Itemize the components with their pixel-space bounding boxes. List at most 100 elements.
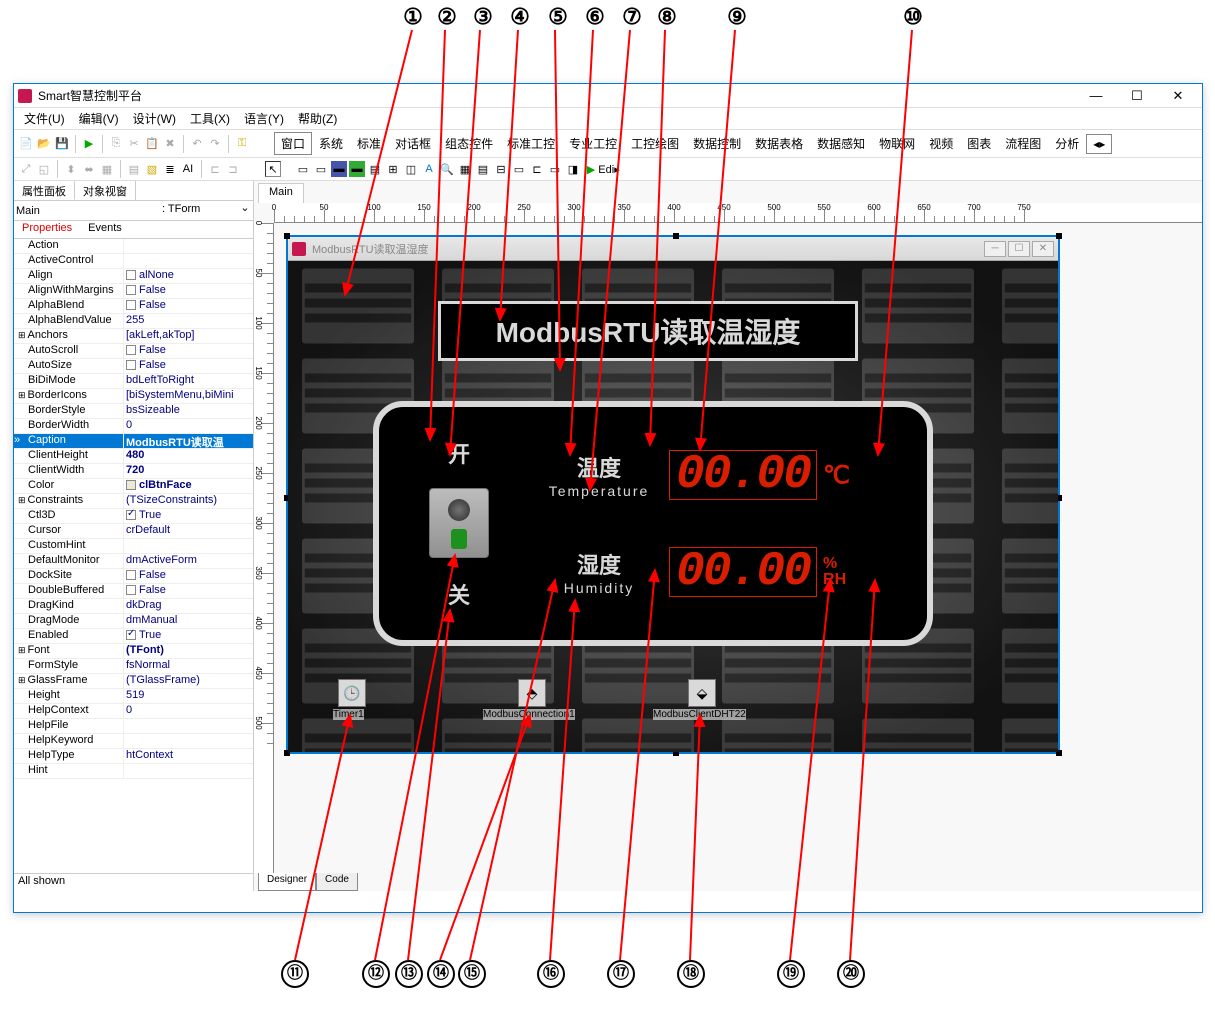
property-row[interactable]: ColorclBtnFace	[14, 479, 253, 494]
modbus-connection-component[interactable]: ⬘	[518, 679, 546, 707]
maximize-button[interactable]: ☐	[1117, 85, 1157, 107]
component-icon[interactable]: ▭	[295, 161, 311, 177]
close-button[interactable]: ✕	[1158, 85, 1198, 107]
property-row[interactable]: Height519	[14, 689, 253, 704]
property-row[interactable]: BorderIcons[biSystemMenu,biMini	[14, 389, 253, 404]
palette-tab[interactable]: 对话框	[388, 132, 438, 155]
tab-object-tree[interactable]: 对象视窗	[75, 181, 136, 200]
property-row[interactable]: BorderWidth0	[14, 419, 253, 434]
property-row[interactable]: HelpKeyword	[14, 734, 253, 749]
property-row[interactable]: AlphaBlendFalse	[14, 299, 253, 314]
property-row[interactable]: AutoSizeFalse	[14, 359, 253, 374]
property-row[interactable]: AlphaBlendValue255	[14, 314, 253, 329]
property-row[interactable]: Anchors[akLeft,akTop]	[14, 329, 253, 344]
menu-help[interactable]: 帮助(Z)	[292, 108, 343, 129]
menu-language[interactable]: 语言(Y)	[238, 108, 290, 129]
open-icon[interactable]: 📂	[36, 136, 52, 152]
paste-icon[interactable]: 📋	[144, 136, 160, 152]
property-row[interactable]: DragModedmManual	[14, 614, 253, 629]
timer-component[interactable]: 🕒	[338, 679, 366, 707]
component-icon[interactable]: ▬	[331, 161, 347, 177]
headline-panel[interactable]: ModbusRTU读取温湿度	[438, 301, 858, 361]
property-row[interactable]: DragKinddkDrag	[14, 599, 253, 614]
align-icon[interactable]: ▦	[99, 161, 115, 177]
palette-tab[interactable]: 窗口	[274, 132, 312, 155]
key-icon[interactable]: ⚿	[234, 136, 250, 152]
object-name-input[interactable]	[14, 201, 160, 220]
component-icon[interactable]: ▭	[511, 161, 527, 177]
component-icon[interactable]: ◨	[565, 161, 581, 177]
copy-icon[interactable]: ⎘	[108, 136, 124, 152]
component-icon[interactable]: Edi▸	[601, 161, 617, 177]
property-row[interactable]: EnabledTrue	[14, 629, 253, 644]
property-row[interactable]: FormStylefsNormal	[14, 659, 253, 674]
palette-tab[interactable]: 专业工控	[562, 132, 624, 155]
form-min-icon[interactable]: ─	[984, 241, 1006, 257]
layers-icon[interactable]: ▧	[144, 161, 160, 177]
component-icon[interactable]: ▭	[547, 161, 563, 177]
form-close-icon[interactable]: ✕	[1032, 241, 1054, 257]
component-icon[interactable]: ▤	[475, 161, 491, 177]
component-icon[interactable]: 🔍	[439, 161, 455, 177]
tab-events[interactable]: Events	[80, 221, 130, 238]
property-row[interactable]: Action	[14, 239, 253, 254]
property-row[interactable]: ClientHeight480	[14, 449, 253, 464]
property-row[interactable]: ClientWidth720	[14, 464, 253, 479]
property-grid[interactable]: ActionActiveControlAlignalNoneAlignWithM…	[14, 239, 253, 873]
component-icon[interactable]: ▬	[349, 161, 365, 177]
align-icon[interactable]: ◱	[36, 161, 52, 177]
modbus-client-component[interactable]: ⬙	[688, 679, 716, 707]
text-icon[interactable]: AI	[180, 161, 196, 177]
property-row[interactable]: » CaptionModbusRTU读取温	[14, 434, 253, 449]
menu-file[interactable]: 文件(U)	[18, 108, 71, 129]
palette-tab[interactable]: 分析	[1048, 132, 1086, 155]
component-icon[interactable]: ▭	[313, 161, 329, 177]
align-icon[interactable]: ▤	[126, 161, 142, 177]
align-icon[interactable]: ⊐	[225, 161, 241, 177]
component-icon[interactable]: ▦	[457, 161, 473, 177]
toggle-switch[interactable]	[429, 488, 489, 558]
form-max-icon[interactable]: ☐	[1008, 241, 1030, 257]
menu-tools[interactable]: 工具(X)	[184, 108, 236, 129]
pointer-icon[interactable]: ↖	[265, 161, 281, 177]
component-icon[interactable]: ⊞	[385, 161, 401, 177]
save-icon[interactable]: 💾	[54, 136, 70, 152]
property-row[interactable]: GlassFrame(TGlassFrame)	[14, 674, 253, 689]
property-row[interactable]: HelpContext0	[14, 704, 253, 719]
align-icon[interactable]: ⬌	[81, 161, 97, 177]
property-row[interactable]: Constraints(TSizeConstraints)	[14, 494, 253, 509]
palette-tab[interactable]: 数据表格	[748, 132, 810, 155]
component-icon[interactable]: ◫	[403, 161, 419, 177]
align-icon[interactable]: ⬍	[63, 161, 79, 177]
palette-tab[interactable]: 系统	[312, 132, 350, 155]
tab-properties[interactable]: Properties	[14, 221, 80, 238]
property-row[interactable]: Font(TFont)	[14, 644, 253, 659]
align-icon[interactable]: ⊏	[207, 161, 223, 177]
run-icon[interactable]: ▶	[81, 136, 97, 152]
align-icon[interactable]: ≣	[162, 161, 178, 177]
form-body[interactable]: ModbusRTU读取温湿度 开 关	[288, 261, 1058, 752]
tab-properties-panel[interactable]: 属性面板	[14, 181, 75, 200]
hum-value[interactable]: 00.00	[669, 547, 817, 597]
component-icon[interactable]: ⊏	[529, 161, 545, 177]
palette-tab[interactable]: 工控绘图	[624, 132, 686, 155]
palette-tab[interactable]: 视频	[922, 132, 960, 155]
property-row[interactable]: BiDiModebdLeftToRight	[14, 374, 253, 389]
undo-icon[interactable]: ↶	[189, 136, 205, 152]
palette-tab[interactable]: 数据感知	[810, 132, 872, 155]
palette-tab[interactable]: 标准	[350, 132, 388, 155]
component-icon[interactable]: ▶	[583, 161, 599, 177]
object-dropdown[interactable]: ⌄	[237, 201, 253, 220]
redo-icon[interactable]: ↷	[207, 136, 223, 152]
palette-tab[interactable]: 数据控制	[686, 132, 748, 155]
form-designer[interactable]: ModbusRTU读取温湿度 ─ ☐ ✕ ModbusRTU读取温湿度	[286, 235, 1060, 754]
property-row[interactable]: AlignalNone	[14, 269, 253, 284]
palette-tab[interactable]: 组态控件	[438, 132, 500, 155]
display-panel[interactable]: 开 关 温度 Temperature	[373, 401, 933, 646]
property-row[interactable]: AutoScrollFalse	[14, 344, 253, 359]
property-row[interactable]: CustomHint	[14, 539, 253, 554]
palette-tab[interactable]: 标准工控	[500, 132, 562, 155]
palette-tab[interactable]: 流程图	[998, 132, 1048, 155]
component-icon[interactable]: ▤	[367, 161, 383, 177]
property-row[interactable]: AlignWithMarginsFalse	[14, 284, 253, 299]
